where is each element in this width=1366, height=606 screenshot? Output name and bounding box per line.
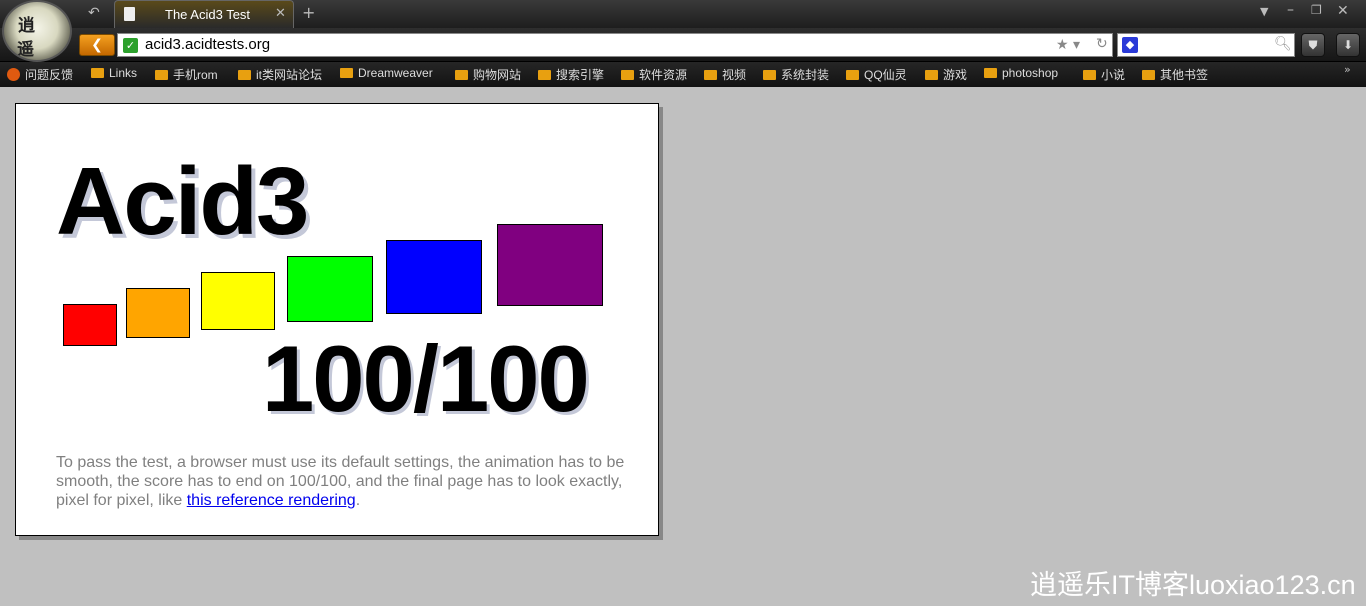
- bookmark-item[interactable]: 购物网站: [455, 66, 521, 83]
- tab-acid3[interactable]: The Acid3 Test ✕: [114, 0, 294, 28]
- folder-icon: [155, 70, 168, 80]
- bookmark-item[interactable]: 搜索引擎: [538, 66, 604, 83]
- minimize-icon[interactable]: –: [1287, 3, 1294, 17]
- search-engine-icon[interactable]: ◆: [1122, 37, 1138, 53]
- reload-icon[interactable]: ↻: [1096, 36, 1108, 52]
- acid3-result-box: Acid3 100/100 To pass the test, a browse…: [15, 103, 659, 536]
- reference-rendering-link[interactable]: this reference rendering: [187, 492, 356, 509]
- maximize-icon[interactable]: ❐: [1311, 4, 1322, 16]
- feedback-icon: [7, 68, 20, 81]
- window-close-icon[interactable]: ✕: [1337, 4, 1349, 18]
- back-button[interactable]: ❮: [79, 34, 115, 56]
- adblock-button[interactable]: ⛊: [1301, 33, 1325, 57]
- bookmark-item[interactable]: 其他书签: [1142, 66, 1208, 83]
- search-box[interactable]: ◆ 🔍︎: [1117, 33, 1295, 57]
- avatar-char-2: 遥: [17, 40, 34, 60]
- title-bar: ↶ The Acid3 Test ✕ + ▼ – ❐ ✕: [0, 0, 1366, 28]
- bucket-5: [386, 240, 482, 314]
- folder-icon: [538, 70, 551, 80]
- bucket-6: [497, 224, 603, 306]
- tab-title: The Acid3 Test: [165, 7, 251, 22]
- new-tab-icon[interactable]: +: [302, 5, 315, 21]
- url-text[interactable]: acid3.acidtests.org: [145, 36, 270, 53]
- avatar[interactable]: 逍 遥: [2, 0, 72, 62]
- folder-icon: [340, 68, 353, 78]
- bookmark-item[interactable]: 手机rom: [155, 66, 218, 83]
- folder-icon: [984, 68, 997, 78]
- folder-icon: [1142, 70, 1155, 80]
- more-bookmarks-icon[interactable]: »: [1344, 64, 1351, 75]
- page-icon: [124, 7, 135, 21]
- folder-icon: [763, 70, 776, 80]
- address-bar[interactable]: ✓ acid3.acidtests.org ★ ▾ ↻: [117, 33, 1113, 57]
- bookmark-item[interactable]: it类网站论坛: [238, 66, 322, 83]
- download-button[interactable]: ⬇: [1336, 33, 1360, 57]
- bookmark-item[interactable]: QQ仙灵: [846, 66, 907, 83]
- folder-icon: [621, 70, 634, 80]
- bookmark-star-icon[interactable]: ★ ▾: [1056, 37, 1080, 53]
- score-display: 100/100: [262, 326, 590, 431]
- instructions-text: To pass the test, a browser must use its…: [56, 454, 625, 509]
- avatar-char-1: 逍: [18, 16, 35, 36]
- folder-icon: [704, 70, 717, 80]
- secure-check-icon: ✓: [123, 38, 138, 53]
- folder-icon: [91, 68, 104, 78]
- bookmark-item[interactable]: photoshop: [984, 66, 1058, 80]
- skin-icon[interactable]: ▼: [1260, 6, 1268, 17]
- bookmark-item[interactable]: Dreamweaver: [340, 66, 433, 80]
- bookmark-item[interactable]: 小说: [1083, 66, 1125, 83]
- undo-close-tab-icon[interactable]: ↶: [88, 6, 100, 20]
- folder-icon: [1083, 70, 1096, 80]
- bucket-4: [287, 256, 373, 322]
- bucket-1: [63, 304, 117, 346]
- folder-icon: [925, 70, 938, 80]
- watermark: 逍遥乐IT博客luoxiao123.cn: [1030, 570, 1356, 600]
- folder-icon: [455, 70, 468, 80]
- bookmark-item[interactable]: 视频: [704, 66, 746, 83]
- bookmark-item[interactable]: 游戏: [925, 66, 967, 83]
- tab-close-icon[interactable]: ✕: [275, 6, 286, 21]
- bucket-3: [201, 272, 275, 330]
- bookmark-item[interactable]: Links: [91, 66, 137, 80]
- search-icon[interactable]: 🔍︎: [1274, 36, 1292, 52]
- bucket-2: [126, 288, 190, 338]
- folder-icon: [846, 70, 859, 80]
- page-title: Acid3: [56, 148, 309, 255]
- bookmark-item[interactable]: 系统封装: [763, 66, 829, 83]
- bookmark-item[interactable]: 问题反馈: [7, 66, 73, 83]
- folder-icon: [238, 70, 251, 80]
- bookmark-item[interactable]: 软件资源: [621, 66, 687, 83]
